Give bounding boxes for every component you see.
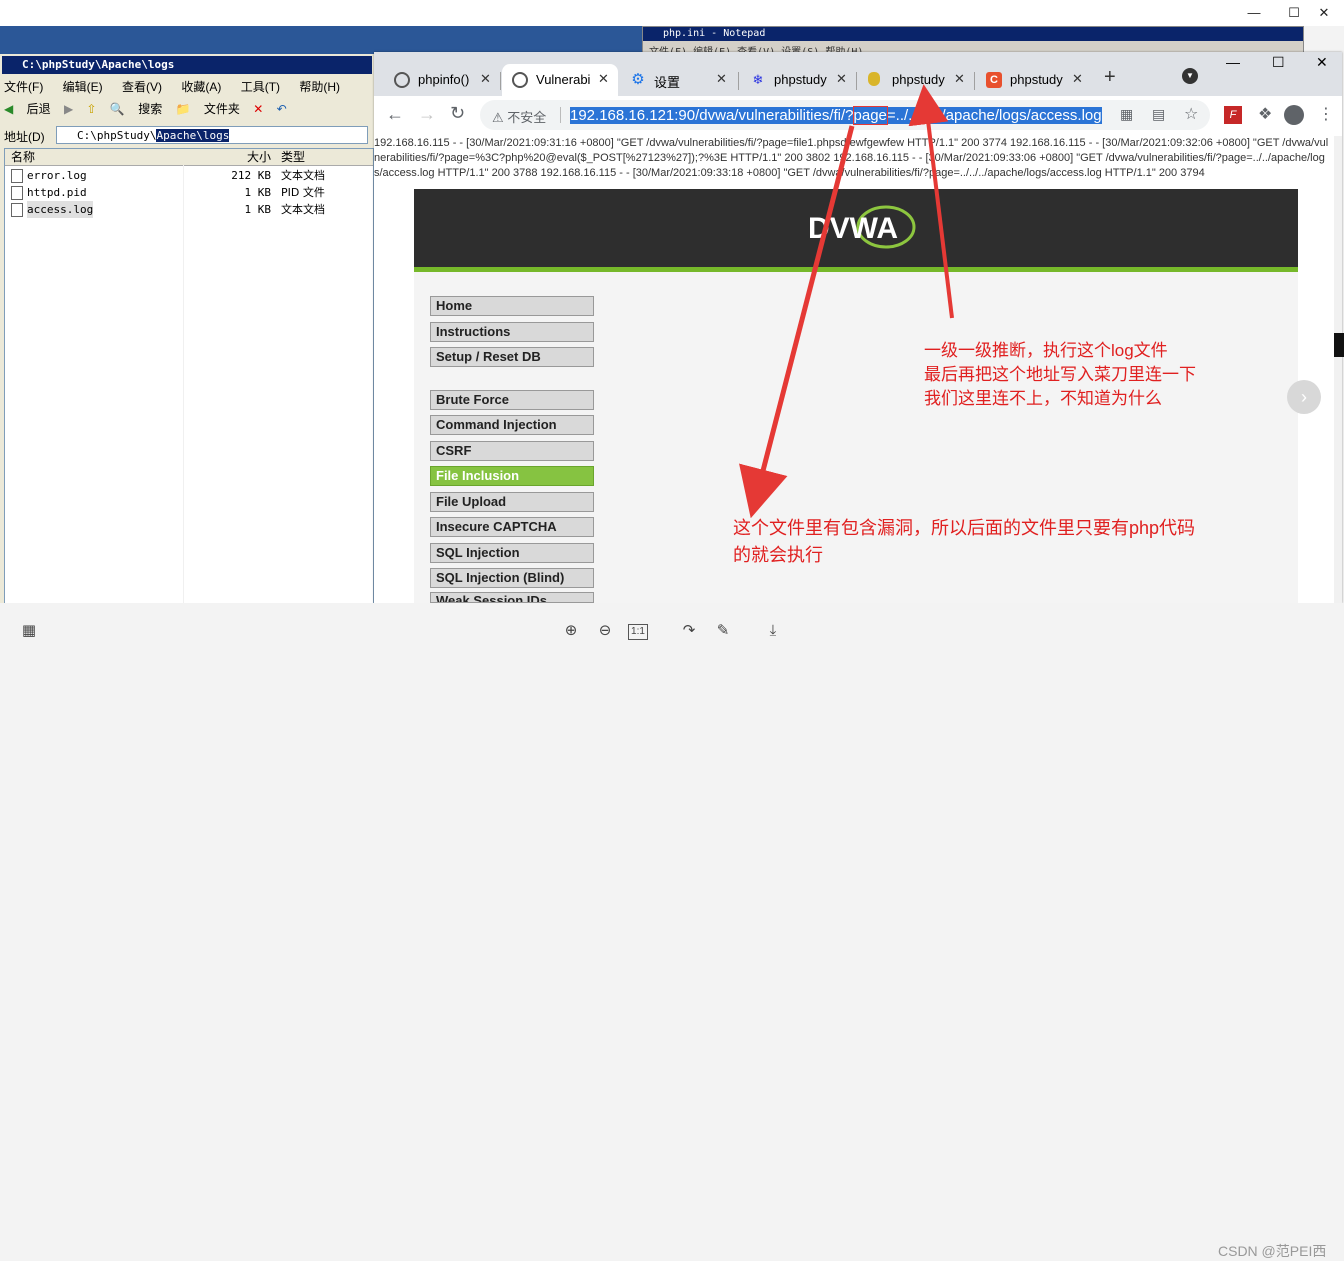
rotate-icon[interactable]: ↷ <box>678 620 700 642</box>
zoom-out-icon[interactable]: ⊖ <box>594 620 616 642</box>
download-icon[interactable]: ⤓ <box>762 620 784 642</box>
arrow-up <box>908 84 954 319</box>
note1-line2: 最后再把这个地址写入菜刀里连一下 <box>924 365 1196 384</box>
arrow-down <box>739 125 855 519</box>
viewer-toolbar: ▦ ⊕ ⊖ 1:1 ↷ ✎ ⤓ CSDN @范PEI西 <box>0 603 1344 1259</box>
note2-line2: 的就会执行 <box>733 545 823 565</box>
annotation-note-1: 一级一级推断，执行这个log文件 最后再把这个地址写入菜刀里连一下 我们这里连不… <box>924 339 1196 411</box>
note2-line1: 这个文件里有包含漏洞，所以后面的文件里只要有php代码 <box>733 518 1196 538</box>
actual-size-icon[interactable]: 1:1 <box>628 624 648 640</box>
note1-line1: 一级一级推断，执行这个log文件 <box>924 341 1168 360</box>
edit-pen-icon[interactable]: ✎ <box>712 620 734 642</box>
note1-line3: 我们这里连不上，不知道为什么 <box>924 389 1162 408</box>
zoom-in-icon[interactable]: ⊕ <box>560 620 582 642</box>
watermark: CSDN @范PEI西 <box>1218 1243 1327 1259</box>
grid-view-icon[interactable]: ▦ <box>18 620 40 642</box>
annotation-note-2: 这个文件里有包含漏洞，所以后面的文件里只要有php代码 的就会执行 <box>733 515 1195 569</box>
